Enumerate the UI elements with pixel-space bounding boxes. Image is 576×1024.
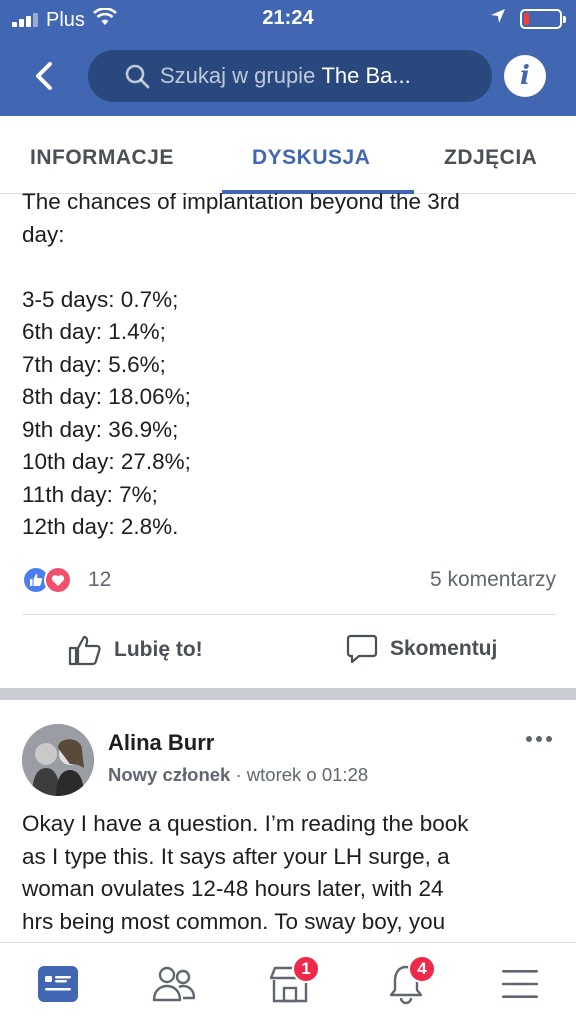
meta-separator: · (235, 764, 242, 785)
divider (22, 614, 556, 615)
tab-notifications[interactable]: 4 (378, 955, 436, 1009)
post-line: Okay I have a question. I’m reading the … (22, 811, 469, 836)
bottom-tab-bar: 1 4 (0, 942, 576, 1024)
more-dot-icon (546, 736, 552, 742)
comment-label: Skomentuj (390, 637, 498, 660)
post-line: 11th day: 7%; (22, 481, 158, 507)
group-search-input[interactable]: Szukaj w grupie The Ba... (88, 50, 492, 102)
post-line: 9th day: 36.9%; (22, 416, 179, 442)
notifications-badge: 4 (408, 955, 436, 983)
group-tabs: INFORMACJE DYSKUSJA ZDJĘCIA (0, 116, 576, 194)
groups-icon (152, 966, 196, 1002)
post-options-button[interactable] (526, 736, 552, 742)
tab-menu[interactable] (492, 959, 548, 1009)
status-bar: Plus 21:24 (0, 0, 576, 38)
reaction-count: 12 (88, 568, 112, 591)
post-line: as I type this. It says after your LH su… (22, 843, 450, 869)
back-button[interactable] (24, 54, 64, 98)
post-line: 12th day: 2.8%. (22, 514, 179, 539)
chevron-left-icon (36, 62, 52, 90)
tab-zdjecia[interactable]: ZDJĘCIA (444, 146, 537, 170)
post-line: hrs being most common. To sway boy, you (22, 908, 446, 934)
post-line: day: (22, 221, 65, 247)
post-meta: Nowy członek · wtorek o 01:28 (108, 764, 368, 786)
info-icon: i (520, 61, 530, 91)
more-dot-icon (536, 736, 542, 742)
post-line: 3-5 days: 0.7%; (22, 286, 179, 312)
comment-icon (346, 634, 378, 664)
news-feed-icon (38, 966, 78, 1002)
group-info-button[interactable]: i (504, 55, 546, 97)
marketplace-badge: 1 (292, 955, 320, 983)
post-author-name[interactable]: Alina Burr (108, 730, 214, 756)
post-line: 10th day: 27.8%; (22, 449, 191, 474)
search-icon (125, 64, 150, 89)
tab-informacje[interactable]: INFORMACJE (30, 146, 174, 170)
avatar[interactable] (22, 724, 94, 796)
comment-count-link[interactable]: 5 komentarzy (430, 568, 556, 592)
feed-separator (0, 688, 576, 700)
search-group-name: The Ba... (321, 63, 411, 88)
navigation-bar: Szukaj w grupie The Ba... i (0, 44, 576, 110)
post-line: 6th day: 1.4%; (22, 319, 166, 344)
thumbs-up-icon (68, 635, 101, 666)
post-line: The chances of implantation beyond the 3… (22, 189, 460, 214)
post-timestamp[interactable]: wtorek o 01:28 (247, 764, 368, 785)
hamburger-menu-icon (502, 970, 538, 998)
tab-dyskusja[interactable]: DYSKUSJA (252, 146, 370, 170)
reactions-summary[interactable]: 12 5 komentarzy (22, 566, 556, 596)
post-line: 8th day: 18.06%; (22, 384, 191, 409)
location-arrow-icon (490, 8, 506, 29)
post-body: The chances of implantation beyond the 3… (22, 186, 552, 544)
tab-news-feed[interactable] (30, 959, 86, 1009)
love-reaction-icon (44, 566, 72, 594)
comment-button[interactable]: Skomentuj (346, 634, 497, 664)
search-placeholder: Szukaj w grupie (160, 63, 316, 88)
tab-marketplace[interactable]: 1 (262, 955, 320, 1009)
tab-groups[interactable] (146, 959, 202, 1009)
post-line: 7th day: 5.6%; (22, 351, 166, 377)
more-dot-icon (526, 736, 532, 742)
post-body: Okay I have a question. I’m reading the … (22, 808, 552, 938)
battery-icon (520, 8, 566, 29)
post-line: woman ovulates 12-48 hours later, with 2… (22, 876, 444, 901)
like-button[interactable]: Lubię to! (68, 634, 203, 666)
like-label: Lubię to! (114, 638, 203, 661)
top-app-bar: Plus 21:24 Szukaj w grupie The Ba... i (0, 0, 576, 116)
member-role-badge: Nowy członek (108, 764, 231, 785)
